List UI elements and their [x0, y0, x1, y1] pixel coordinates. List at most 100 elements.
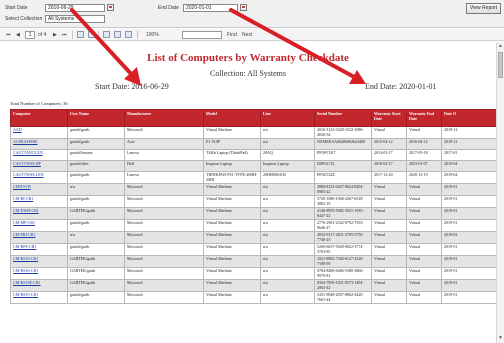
page-number-input[interactable]: 1	[25, 31, 35, 39]
table-cell: 2019-01	[441, 255, 496, 268]
previous-page-icon[interactable]: ◀	[16, 31, 20, 39]
next-page-icon[interactable]: ▶	[53, 31, 57, 39]
table-cell: n/a	[67, 231, 125, 244]
table-row: CAGTTANT.LEN gartek\lenarez Lenovo T440s La…	[10, 149, 496, 161]
table-cell: 2017-12-20	[371, 171, 407, 184]
header-warranty-start[interactable]: Warranty Start Date	[371, 109, 407, 127]
computer-link[interactable]: CM-DWH-CB1	[10, 207, 68, 220]
table-row: AAD gartek\garth Microsoft Virtual Machine n…	[10, 126, 496, 139]
computer-link[interactable]: CM-RS16-CB1	[10, 267, 68, 280]
computer-link[interactable]: CM-RPS-CB1	[10, 243, 68, 256]
table-cell: Virtual	[406, 231, 442, 244]
scroll-up-icon[interactable]: ▲	[498, 43, 503, 49]
table-cell: 2019-01	[441, 195, 496, 208]
find-input[interactable]	[182, 31, 222, 39]
toolbar-divider	[137, 31, 138, 39]
table-cell: gartek\lenarez	[67, 149, 125, 161]
computer-link[interactable]: ACERASPIRE	[10, 138, 68, 150]
table-cell: 2017-01	[441, 149, 496, 161]
select-collection-label: Select Collection	[5, 16, 43, 22]
report-start-date: Start Date: 2016-06-29	[95, 82, 169, 91]
table-cell: n/a	[260, 231, 315, 244]
table-cell: n/a	[67, 183, 125, 196]
table-cell: THINKPAD-P51-TYPE-20HH-20HJ	[203, 171, 261, 184]
view-report-button[interactable]: View Report	[466, 3, 501, 14]
computer-link[interactable]: CAGTTWSE.LEN	[10, 171, 68, 184]
computer-link[interactable]: CM-MP-CB1	[10, 219, 68, 232]
table-cell: 2018-02	[441, 231, 496, 244]
table-cell: Microsoft	[124, 267, 204, 280]
table-cell: n/a	[260, 195, 315, 208]
table-cell: 5200-6657-3928-8822-3774-5763-85	[314, 243, 372, 256]
vertical-scrollbar[interactable]: ▲ ▼	[496, 42, 504, 343]
header-date[interactable]: Date O	[441, 109, 496, 127]
print-icon[interactable]	[103, 31, 110, 38]
table-cell: n/a	[260, 126, 315, 139]
table-cell: n/a	[260, 279, 315, 292]
table-cell: PF0ZT22E	[314, 171, 372, 184]
scroll-down-icon[interactable]: ▼	[498, 335, 503, 341]
computer-link[interactable]: CERTSVR	[10, 183, 68, 196]
start-date-input[interactable]: 2016-06-29	[45, 4, 105, 12]
computer-link[interactable]: CAGTTWSE.HP	[10, 160, 68, 172]
table-cell: 5431-9048-2057-8802-4420-7661-44	[314, 291, 372, 304]
start-date-calendar-icon[interactable]	[107, 4, 114, 11]
table-cell: Acer	[124, 138, 204, 150]
report-title: List of Computers by Warranty Checkdate	[147, 52, 349, 64]
page-count-label: of 4	[38, 32, 47, 38]
table-cell: 2019-01	[441, 183, 496, 196]
refresh-icon[interactable]	[77, 31, 84, 38]
table-cell: 4054-9317-4831-3785-5750-7746-23	[314, 231, 372, 244]
computer-link[interactable]: AAD	[10, 126, 68, 139]
table-cell: Virtual	[371, 291, 407, 304]
table-cell: 2019-01	[441, 291, 496, 304]
table-cell: 2016-3123-3228-1522-1086-4026-54	[314, 126, 372, 139]
table-cell: DSPGCT2	[314, 160, 372, 172]
table-cell: n/a	[260, 255, 315, 268]
back-icon[interactable]	[88, 31, 95, 38]
header-line[interactable]: Line	[260, 109, 315, 127]
page-layout-icon[interactable]	[114, 31, 121, 38]
end-date-input[interactable]: 2020-01-01	[183, 4, 238, 12]
table-cell: Virtual Machine	[203, 207, 261, 220]
table-cell: n/a	[260, 207, 315, 220]
first-page-icon[interactable]: ⏮	[6, 31, 11, 39]
table-cell: Virtual	[371, 195, 407, 208]
total-computers: Total Number of Computers: 36	[10, 101, 68, 106]
computer-link[interactable]: CM-BI-CB1	[10, 195, 68, 208]
table-cell: 2019-04	[441, 160, 496, 172]
table-cell: Virtual Machine	[203, 183, 261, 196]
find-link[interactable]: Find	[227, 31, 237, 39]
export-icon[interactable]	[125, 31, 132, 38]
table-cell: Microsoft	[124, 243, 204, 256]
computer-link[interactable]: CM-RS19-CB1	[10, 291, 68, 304]
table-cell: 2018-02-17	[371, 160, 407, 172]
computer-link[interactable]: CM-RS19E-CB1	[10, 279, 68, 292]
end-date-calendar-icon[interactable]	[240, 4, 247, 11]
table-cell: 2019-01	[441, 207, 496, 220]
table-cell: Virtual	[406, 207, 442, 220]
next-find-link[interactable]: Next	[242, 31, 252, 39]
table-cell: 2019-01	[441, 267, 496, 280]
header-model[interactable]: Model	[203, 109, 261, 127]
table-cell: Microsoft	[124, 279, 204, 292]
computer-link[interactable]: CAGTTANT.LEN	[10, 149, 68, 161]
table-cell: 2016-04-12	[406, 138, 442, 150]
table-cell: 2018-12	[441, 126, 496, 139]
table-cell: 2776-2981-2542-8792-7353-9646-27	[314, 219, 372, 232]
table-cell: Virtual	[406, 126, 442, 139]
table-cell: Virtual	[406, 243, 442, 256]
header-warranty-end[interactable]: Warranty End Date	[406, 109, 442, 127]
header-user-name[interactable]: User Name	[67, 109, 125, 127]
last-page-icon[interactable]: ⏭	[62, 31, 67, 39]
scroll-thumb[interactable]	[498, 52, 503, 78]
header-computer[interactable]: Computer	[10, 109, 68, 127]
collection-select[interactable]: All Systems	[45, 15, 105, 23]
computer-link[interactable]: CM-PRI-CB1	[10, 231, 68, 244]
table-row: CM-MP-CB1 gartek\garth Microsoft Virtual Ma…	[10, 219, 496, 232]
zoom-select[interactable]: 100%	[146, 31, 159, 39]
header-serial-number[interactable]: Serial Number	[314, 109, 372, 127]
header-manufacturer[interactable]: Manufacturer	[124, 109, 204, 127]
report-end-date: End Date: 2020-01-01	[365, 82, 437, 91]
computer-link[interactable]: CM-RS10-CB1	[10, 255, 68, 268]
